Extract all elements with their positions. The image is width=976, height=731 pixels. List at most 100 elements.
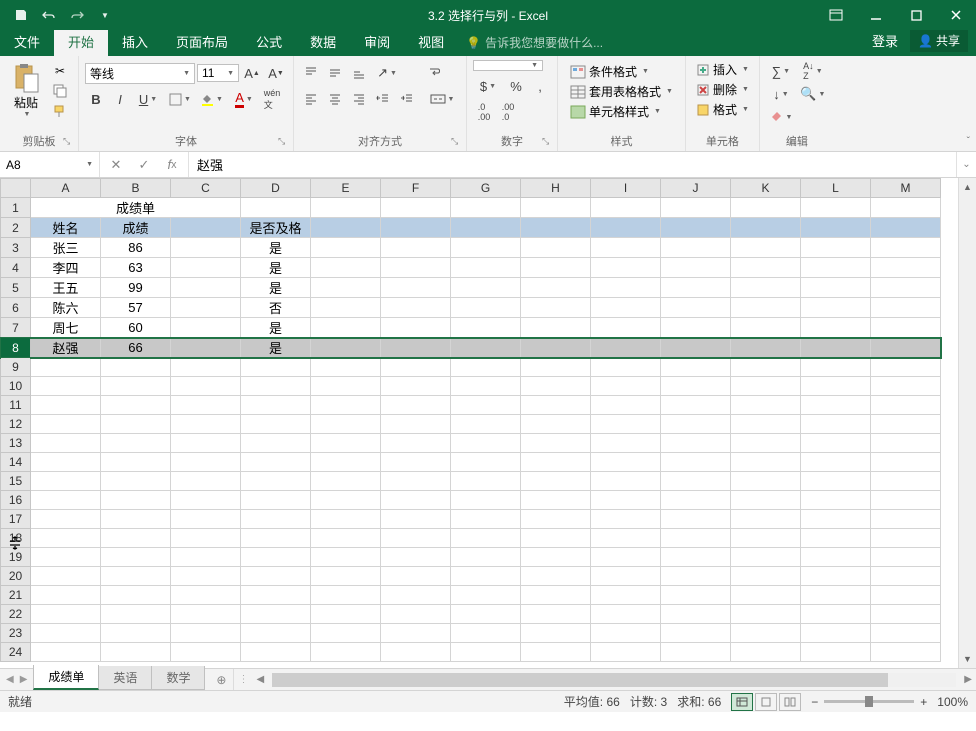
cell[interactable] bbox=[241, 548, 311, 567]
cell[interactable] bbox=[451, 358, 521, 377]
cell[interactable] bbox=[661, 198, 731, 218]
cell[interactable] bbox=[661, 586, 731, 605]
paste-button[interactable]: 粘贴 ▼ bbox=[6, 60, 46, 120]
minimize-icon[interactable] bbox=[860, 3, 892, 27]
delete-button[interactable]: 删除▼ bbox=[692, 80, 753, 99]
cell[interactable] bbox=[311, 377, 381, 396]
cell[interactable] bbox=[591, 529, 661, 548]
cell[interactable] bbox=[871, 529, 941, 548]
cell[interactable] bbox=[661, 605, 731, 624]
cell[interactable] bbox=[871, 453, 941, 472]
cell[interactable] bbox=[591, 238, 661, 258]
wrap-text-icon[interactable] bbox=[424, 62, 448, 84]
cell[interactable] bbox=[241, 198, 311, 218]
cell[interactable] bbox=[801, 415, 871, 434]
row-header-22[interactable]: 22 bbox=[1, 605, 31, 624]
cell[interactable] bbox=[311, 318, 381, 338]
row-header-3[interactable]: 3 bbox=[1, 238, 31, 258]
col-header-G[interactable]: G bbox=[451, 179, 521, 198]
cell[interactable] bbox=[311, 338, 381, 358]
cell[interactable] bbox=[591, 377, 661, 396]
cell[interactable] bbox=[311, 298, 381, 318]
scroll-up-icon[interactable]: ▲ bbox=[959, 178, 976, 196]
cell[interactable] bbox=[661, 491, 731, 510]
comma-icon[interactable]: , bbox=[529, 75, 551, 97]
cell[interactable] bbox=[101, 358, 171, 377]
sheet-next-icon[interactable]: ▶ bbox=[20, 674, 28, 685]
cell[interactable] bbox=[451, 491, 521, 510]
cell[interactable] bbox=[171, 258, 241, 278]
cell[interactable] bbox=[381, 198, 451, 218]
row-header-17[interactable]: 17 bbox=[1, 510, 31, 529]
copy-icon[interactable] bbox=[50, 82, 70, 100]
cell[interactable] bbox=[381, 643, 451, 662]
cell[interactable] bbox=[381, 278, 451, 298]
col-header-D[interactable]: D bbox=[241, 179, 311, 198]
zoom-out-icon[interactable]: − bbox=[811, 695, 818, 709]
cell[interactable]: 张三 bbox=[31, 238, 101, 258]
cell[interactable] bbox=[381, 548, 451, 567]
vertical-scrollbar[interactable]: ▲ ▼ bbox=[958, 178, 976, 668]
cell[interactable] bbox=[591, 434, 661, 453]
cell[interactable] bbox=[731, 218, 801, 238]
cell[interactable] bbox=[171, 238, 241, 258]
cell[interactable] bbox=[31, 643, 101, 662]
cell[interactable] bbox=[521, 377, 591, 396]
col-header-J[interactable]: J bbox=[661, 179, 731, 198]
cell[interactable] bbox=[171, 218, 241, 238]
cell[interactable] bbox=[31, 358, 101, 377]
cell[interactable] bbox=[731, 567, 801, 586]
cell[interactable] bbox=[311, 396, 381, 415]
cell[interactable] bbox=[171, 377, 241, 396]
col-header-B[interactable]: B bbox=[101, 179, 171, 198]
cell[interactable] bbox=[591, 338, 661, 358]
currency-icon[interactable]: $▼ bbox=[473, 75, 503, 97]
cell[interactable] bbox=[661, 278, 731, 298]
cell[interactable]: 是 bbox=[241, 258, 311, 278]
row-header-11[interactable]: 11 bbox=[1, 396, 31, 415]
cell[interactable] bbox=[31, 453, 101, 472]
cell[interactable] bbox=[311, 567, 381, 586]
horizontal-scrollbar[interactable] bbox=[272, 673, 956, 687]
cell[interactable] bbox=[661, 415, 731, 434]
cell[interactable] bbox=[731, 318, 801, 338]
collapse-ribbon-icon[interactable]: ˇ bbox=[967, 136, 970, 147]
select-all-corner[interactable] bbox=[1, 179, 31, 198]
cell[interactable] bbox=[311, 548, 381, 567]
cell[interactable] bbox=[661, 238, 731, 258]
cell[interactable] bbox=[521, 396, 591, 415]
col-header-F[interactable]: F bbox=[381, 179, 451, 198]
font-color-button[interactable]: A▼ bbox=[229, 88, 259, 110]
font-size-selector[interactable]: 11▼ bbox=[197, 64, 239, 82]
cell[interactable] bbox=[241, 415, 311, 434]
cell[interactable] bbox=[171, 624, 241, 643]
cell[interactable] bbox=[451, 377, 521, 396]
add-sheet-button[interactable]: ⊕ bbox=[209, 669, 233, 690]
cell[interactable] bbox=[241, 643, 311, 662]
row-header-21[interactable]: 21 bbox=[1, 586, 31, 605]
clear-icon[interactable]: ▼ bbox=[766, 106, 796, 128]
cell[interactable] bbox=[101, 643, 171, 662]
col-header-L[interactable]: L bbox=[801, 179, 871, 198]
cell[interactable] bbox=[381, 586, 451, 605]
save-icon[interactable] bbox=[8, 2, 34, 28]
cell[interactable] bbox=[801, 198, 871, 218]
row-header-6[interactable]: 6 bbox=[1, 298, 31, 318]
cell[interactable] bbox=[101, 567, 171, 586]
cell[interactable] bbox=[591, 472, 661, 491]
cell[interactable]: 是 bbox=[241, 338, 311, 358]
view-normal-icon[interactable] bbox=[731, 693, 753, 711]
cell[interactable] bbox=[31, 377, 101, 396]
cell[interactable] bbox=[381, 258, 451, 278]
cell[interactable] bbox=[731, 624, 801, 643]
cell[interactable] bbox=[661, 396, 731, 415]
cell[interactable] bbox=[521, 529, 591, 548]
cell[interactable] bbox=[871, 318, 941, 338]
qat-customize-icon[interactable]: ▼ bbox=[92, 2, 118, 28]
view-pagelayout-icon[interactable] bbox=[755, 693, 777, 711]
cell[interactable] bbox=[451, 258, 521, 278]
cell[interactable] bbox=[451, 453, 521, 472]
cell[interactable] bbox=[661, 643, 731, 662]
tab-开始[interactable]: 开始 bbox=[54, 27, 108, 56]
share-button[interactable]: 👤 共享 bbox=[910, 29, 968, 52]
